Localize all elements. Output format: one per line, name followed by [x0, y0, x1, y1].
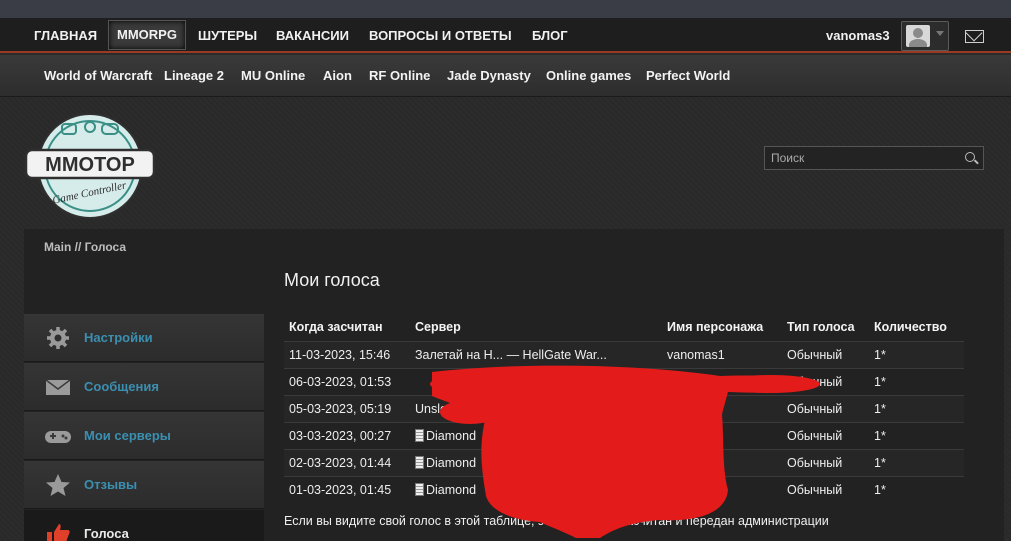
- sidebar-item-label: Сообщения: [84, 379, 159, 394]
- page-title: Мои голоса: [284, 270, 380, 290]
- thumb-icon: [47, 524, 70, 541]
- nav-item-mmorpg[interactable]: MMORPG: [108, 20, 186, 50]
- game-link-perfect-world[interactable]: Perfect World: [646, 55, 730, 97]
- table-row: 02-03-2023, 01:44 Diamond Обычный 1*: [284, 448, 964, 476]
- table-row: 01-03-2023, 01:45 Diamond Обычный 1*: [284, 475, 964, 503]
- vote-type: Обычный: [782, 367, 869, 395]
- vote-character: [662, 448, 782, 476]
- game-link-lineage2[interactable]: Lineage 2: [164, 55, 224, 97]
- vote-date: 05-03-2023, 05:19: [284, 394, 410, 422]
- table-header-row: Когда засчитан Сервер Имя персонажа Тип …: [284, 314, 964, 342]
- vote-type: Обычный: [782, 421, 869, 449]
- sidebar-item-votes[interactable]: Голоса: [24, 510, 264, 541]
- vote-type: Обычный: [782, 448, 869, 476]
- column-header-count: Количество: [869, 314, 964, 342]
- vote-character: [662, 421, 782, 449]
- vote-server-name: Diamond: [426, 455, 477, 470]
- nav-item-qa[interactable]: ВОПРОСЫ И ОТВЕТЫ: [369, 18, 512, 53]
- vote-character: [662, 394, 782, 422]
- vote-type: Обычный: [782, 475, 869, 503]
- server-icon: [415, 428, 424, 442]
- game-link-jade-dynasty[interactable]: Jade Dynasty: [447, 55, 531, 97]
- game-link-aion[interactable]: Aion: [323, 55, 352, 97]
- vote-count: 1*: [869, 367, 964, 395]
- vote-server[interactable]: [410, 367, 662, 395]
- sidebar-item-my-servers[interactable]: Мои серверы: [24, 412, 264, 460]
- avatar-icon: [906, 25, 930, 47]
- vote-character: [662, 367, 782, 395]
- logo-title: MMOTOP: [45, 154, 135, 176]
- vote-type: Обычный: [782, 340, 869, 368]
- search-icon[interactable]: [965, 152, 975, 162]
- table-row: 05-03-2023, 05:19 Unsle Обычный 1*: [284, 394, 964, 422]
- browser-strip: [0, 0, 1011, 18]
- username-link[interactable]: vanomas3: [826, 18, 890, 53]
- envelope-icon: [45, 379, 71, 395]
- column-header-character: Имя персонажа: [662, 314, 782, 342]
- sidebar-item-label: Отзывы: [84, 477, 138, 492]
- gamepad-icon: [45, 431, 71, 443]
- server-icon: [415, 455, 424, 469]
- search-input[interactable]: [764, 146, 984, 170]
- column-header-vote-type: Тип голоса: [782, 314, 869, 342]
- mmotop-logo[interactable]: MMOTOP Game Controller: [24, 110, 156, 220]
- vote-type: Обычный: [782, 394, 869, 422]
- vote-count: 1*: [869, 448, 964, 476]
- vote-date: 11-03-2023, 15:46: [284, 340, 410, 368]
- vote-server[interactable]: Diamond: [410, 475, 662, 503]
- vote-server[interactable]: Diamond: [410, 448, 662, 476]
- vote-count: 1*: [869, 340, 964, 368]
- game-navigation: World of Warcraft Lineage 2 MU Online Ai…: [0, 55, 1011, 97]
- user-menu-button[interactable]: [901, 21, 949, 51]
- sidebar-item-reviews[interactable]: Отзывы: [24, 461, 264, 509]
- vote-server[interactable]: Залетай на H... — HellGate War...: [410, 340, 662, 368]
- sidebar-item-label: Мои серверы: [84, 428, 171, 443]
- column-header-date: Когда засчитан: [284, 314, 410, 342]
- gear-icon: [47, 327, 69, 349]
- vote-count: 1*: [869, 421, 964, 449]
- vote-count: 1*: [869, 394, 964, 422]
- vote-server[interactable]: Unsle: [410, 394, 662, 422]
- vote-character: vanomas1: [662, 340, 782, 368]
- vote-character: [662, 475, 782, 503]
- game-link-wow[interactable]: World of Warcraft: [44, 55, 152, 97]
- vote-server[interactable]: Diamond: [410, 421, 662, 449]
- table-row: 11-03-2023, 15:46 Залетай на H... — Hell…: [284, 340, 964, 368]
- nav-item-shooters[interactable]: ШУТЕРЫ: [198, 18, 257, 53]
- sidebar-item-messages[interactable]: Сообщения: [24, 363, 264, 411]
- info-note: Если вы видите свой голос в этой таблице…: [284, 514, 829, 528]
- sidebar: Настройки Сообщения Мои серверы Отзывы Г…: [24, 314, 264, 541]
- nav-item-blog[interactable]: БЛОГ: [532, 18, 568, 53]
- breadcrumb[interactable]: Main // Голоса: [44, 240, 126, 254]
- star-icon: [46, 474, 70, 496]
- table-row: 06-03-2023, 01:53 Обычный 1*: [284, 367, 964, 395]
- table-row: 03-03-2023, 00:27 Diamond Обычный 1*: [284, 421, 964, 449]
- game-link-mu-online[interactable]: MU Online: [241, 55, 305, 97]
- votes-table: Когда засчитан Сервер Имя персонажа Тип …: [284, 314, 964, 503]
- vote-date: 06-03-2023, 01:53: [284, 367, 410, 395]
- sidebar-item-settings[interactable]: Настройки: [24, 314, 264, 362]
- sidebar-item-label: Настройки: [84, 330, 153, 345]
- vote-count: 1*: [869, 475, 964, 503]
- vote-date: 01-03-2023, 01:45: [284, 475, 410, 503]
- chevron-down-icon: [936, 31, 944, 36]
- vote-date: 02-03-2023, 01:44: [284, 448, 410, 476]
- mail-icon[interactable]: [965, 30, 984, 43]
- top-navigation: ГЛАВНАЯ MMORPG ШУТЕРЫ ВАКАНСИИ ВОПРОСЫ И…: [0, 18, 1011, 53]
- vote-server-name: Diamond: [426, 482, 477, 497]
- column-header-server: Сервер: [410, 314, 662, 342]
- server-icon: [415, 482, 424, 496]
- vote-date: 03-03-2023, 00:27: [284, 421, 410, 449]
- game-link-online-games[interactable]: Online games: [546, 55, 631, 97]
- sidebar-item-label: Голоса: [84, 526, 129, 541]
- game-link-rf-online[interactable]: RF Online: [369, 55, 430, 97]
- nav-item-vacancies[interactable]: ВАКАНСИИ: [276, 18, 349, 53]
- vote-server-name: Diamond: [426, 428, 477, 443]
- nav-item-home[interactable]: ГЛАВНАЯ: [34, 18, 97, 53]
